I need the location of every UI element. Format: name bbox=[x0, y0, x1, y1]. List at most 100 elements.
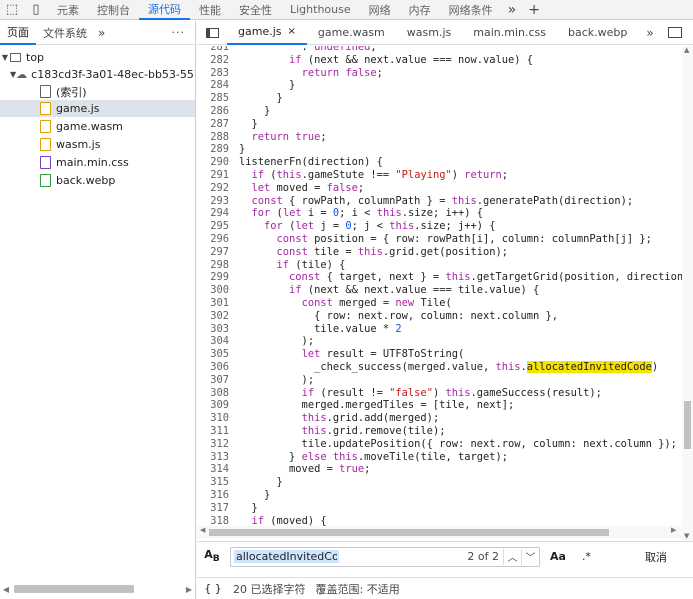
code-line[interactable]: 282 if (next && next.value === now.value… bbox=[197, 54, 682, 67]
code-line[interactable]: 286 } bbox=[197, 105, 682, 118]
toggle-debugger-icon[interactable] bbox=[667, 27, 682, 38]
line-number[interactable]: 308 bbox=[197, 387, 229, 400]
scroll-right-icon[interactable]: ▶ bbox=[183, 585, 195, 594]
line-number[interactable]: 312 bbox=[197, 438, 229, 451]
scroll-right-icon[interactable]: ▶ bbox=[671, 526, 676, 534]
line-number[interactable]: 310 bbox=[197, 412, 229, 425]
code-line[interactable]: 302 { row: next.row, column: next.column… bbox=[197, 310, 682, 323]
code-line[interactable]: 293 const { rowPath, columnPath } = this… bbox=[197, 195, 682, 208]
code-line[interactable]: 290 listenerFn(direction) { bbox=[197, 156, 682, 169]
editor-tab-main-min-css[interactable]: main.min.css bbox=[462, 21, 557, 45]
code-line[interactable]: 309 merged.mergedTiles = [tile, next]; bbox=[197, 399, 682, 412]
code-line[interactable]: 287 } bbox=[197, 118, 682, 131]
more-options-icon[interactable]: ··· bbox=[172, 26, 196, 39]
scroll-left-icon[interactable]: ◀ bbox=[200, 526, 205, 534]
code-line[interactable]: 315 } bbox=[197, 476, 682, 489]
code-line[interactable]: 310 this.grid.add(merged); bbox=[197, 412, 682, 425]
match-case-button[interactable]: Aa bbox=[550, 550, 566, 563]
code-line[interactable]: 285 } bbox=[197, 92, 682, 105]
search-input[interactable] bbox=[234, 550, 339, 563]
device-toolbar-icon[interactable]: ▯ bbox=[24, 0, 48, 20]
tab-page[interactable]: 页面 bbox=[0, 21, 36, 45]
line-number[interactable]: 314 bbox=[197, 463, 229, 476]
code-line[interactable]: 317 } bbox=[197, 502, 682, 515]
line-number[interactable]: 291 bbox=[197, 169, 229, 182]
code-vertical-scrollbar[interactable]: ▲ ▼ bbox=[682, 46, 693, 546]
code-line[interactable]: 304 ); bbox=[197, 335, 682, 348]
code-line[interactable]: 299 const { target, next } = this.getTar… bbox=[197, 271, 682, 284]
line-number[interactable]: 293 bbox=[197, 195, 229, 208]
scroll-left-icon[interactable]: ◀ bbox=[0, 585, 12, 594]
line-number[interactable]: 298 bbox=[197, 259, 229, 272]
tree-item-game-js[interactable]: game.js bbox=[0, 100, 195, 117]
code-line[interactable]: 303 tile.value * 2 bbox=[197, 323, 682, 336]
tree-item-game-wasm[interactable]: game.wasm bbox=[0, 118, 195, 135]
tab-performance[interactable]: 性能 bbox=[190, 0, 230, 20]
cancel-search-button[interactable]: 取消 bbox=[621, 546, 691, 568]
tree-item-wasm-js[interactable]: wasm.js bbox=[0, 136, 195, 153]
line-number[interactable]: 306 bbox=[197, 361, 229, 374]
line-number[interactable]: 281 bbox=[197, 46, 229, 54]
line-number[interactable]: 302 bbox=[197, 310, 229, 323]
more-navigator-tabs-button[interactable]: » bbox=[94, 26, 109, 40]
editor-tab-back-webp[interactable]: back.webp bbox=[557, 21, 638, 45]
scroll-track[interactable] bbox=[12, 585, 183, 593]
code-line[interactable]: 316 } bbox=[197, 489, 682, 502]
code-line[interactable]: 291 if (this.gameStute !== "Playing") re… bbox=[197, 169, 682, 182]
tree-item-top[interactable]: ▼ top bbox=[0, 49, 195, 66]
tab-elements[interactable]: 元素 bbox=[48, 0, 88, 20]
code-line[interactable]: 298 if (tile) { bbox=[197, 259, 682, 272]
code-line[interactable]: 312 tile.updatePosition({ row: next.row,… bbox=[197, 438, 682, 451]
line-number[interactable]: 287 bbox=[197, 118, 229, 131]
next-match-icon[interactable]: ﹀ bbox=[521, 548, 539, 565]
line-number[interactable]: 295 bbox=[197, 220, 229, 233]
line-number[interactable]: 284 bbox=[197, 79, 229, 92]
line-number[interactable]: 307 bbox=[197, 374, 229, 387]
add-tab-button[interactable]: + bbox=[522, 2, 546, 18]
code-line[interactable]: 281 : undefined; bbox=[197, 46, 682, 54]
inspect-element-icon[interactable]: ⬚ bbox=[0, 0, 24, 20]
tree-item-origin[interactable]: ▼ ☁ c183cd3f-3a01-48ec-bb53-5573 bbox=[0, 66, 195, 83]
code-line[interactable]: 284 } bbox=[197, 79, 682, 92]
code-line[interactable]: 301 const merged = new Tile( bbox=[197, 297, 682, 310]
line-number[interactable]: 303 bbox=[197, 323, 229, 336]
tree-item-main-min-css[interactable]: main.min.css bbox=[0, 154, 195, 171]
line-number[interactable]: 316 bbox=[197, 489, 229, 502]
code-line[interactable]: 289} bbox=[197, 143, 682, 156]
code-line[interactable]: 295 for (let j = 0; j < this.size; j++) … bbox=[197, 220, 682, 233]
line-number[interactable]: 313 bbox=[197, 451, 229, 464]
code-view[interactable]: 281 : undefined; 282 if (next && next.val… bbox=[197, 46, 682, 546]
line-number[interactable]: 304 bbox=[197, 335, 229, 348]
expand-arrow-icon[interactable]: ▼ bbox=[0, 53, 10, 62]
tab-network-conditions[interactable]: 网络条件 bbox=[440, 0, 502, 20]
close-icon[interactable]: × bbox=[288, 26, 296, 37]
code-line[interactable]: 307 ); bbox=[197, 374, 682, 387]
code-line[interactable]: 283 return false; bbox=[197, 67, 682, 80]
scroll-down-icon[interactable]: ▼ bbox=[684, 532, 689, 540]
tab-security[interactable]: 安全性 bbox=[230, 0, 281, 20]
line-number[interactable]: 294 bbox=[197, 207, 229, 220]
tree-item-back-webp[interactable]: back.webp bbox=[0, 172, 195, 189]
code-line[interactable]: 300 if (next && next.value === tile.valu… bbox=[197, 284, 682, 297]
code-line[interactable]: 288 return true; bbox=[197, 131, 682, 144]
line-number[interactable]: 300 bbox=[197, 284, 229, 297]
scroll-thumb[interactable] bbox=[684, 401, 691, 449]
tab-memory[interactable]: 内存 bbox=[400, 0, 440, 20]
code-horizontal-scrollbar[interactable]: ◀ ▶ bbox=[197, 526, 682, 538]
code-line[interactable]: 296 const position = { row: rowPath[i], … bbox=[197, 233, 682, 246]
code-line[interactable]: 308 if (result != "false") this.gameSucc… bbox=[197, 387, 682, 400]
line-number[interactable]: 311 bbox=[197, 425, 229, 438]
code-line[interactable]: 297 const tile = this.grid.get(position)… bbox=[197, 246, 682, 259]
line-number[interactable]: 297 bbox=[197, 246, 229, 259]
scroll-up-icon[interactable]: ▲ bbox=[684, 46, 689, 54]
pretty-print-button[interactable]: { } bbox=[197, 582, 229, 595]
line-number[interactable]: 283 bbox=[197, 67, 229, 80]
line-number[interactable]: 288 bbox=[197, 131, 229, 144]
code-line[interactable]: 313 } else this.moveTile(tile, target); bbox=[197, 451, 682, 464]
editor-tab-game-wasm[interactable]: game.wasm bbox=[307, 21, 396, 45]
line-number[interactable]: 299 bbox=[197, 271, 229, 284]
code-line[interactable]: 314 moved = true; bbox=[197, 463, 682, 476]
line-number[interactable]: 305 bbox=[197, 348, 229, 361]
line-number[interactable]: 286 bbox=[197, 105, 229, 118]
tab-sources[interactable]: 源代码 bbox=[139, 0, 190, 20]
